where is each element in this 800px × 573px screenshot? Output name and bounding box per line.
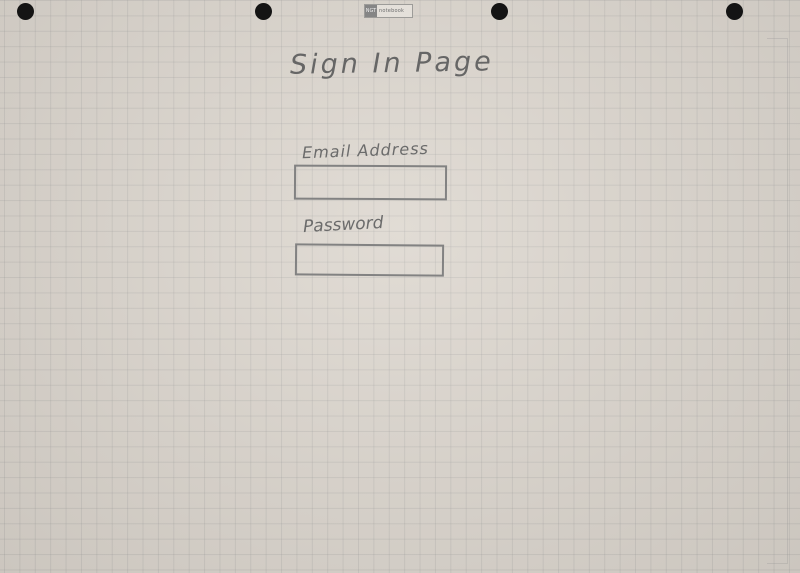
logo-mark: NGT bbox=[365, 5, 377, 17]
graph-paper-background bbox=[0, 0, 800, 573]
right-margin-strip bbox=[767, 38, 788, 564]
email-field[interactable] bbox=[293, 164, 448, 201]
logo-text: notebook bbox=[379, 8, 405, 14]
password-label: Password bbox=[302, 212, 384, 238]
binder-hole-2 bbox=[255, 3, 272, 20]
binder-hole-4 bbox=[726, 3, 743, 20]
password-field[interactable] bbox=[294, 243, 445, 277]
binder-hole-1 bbox=[17, 3, 34, 20]
page-title: Sign In Page bbox=[289, 46, 494, 81]
notebook-logo: NGT notebook bbox=[364, 4, 413, 18]
binder-hole-3 bbox=[491, 3, 508, 20]
